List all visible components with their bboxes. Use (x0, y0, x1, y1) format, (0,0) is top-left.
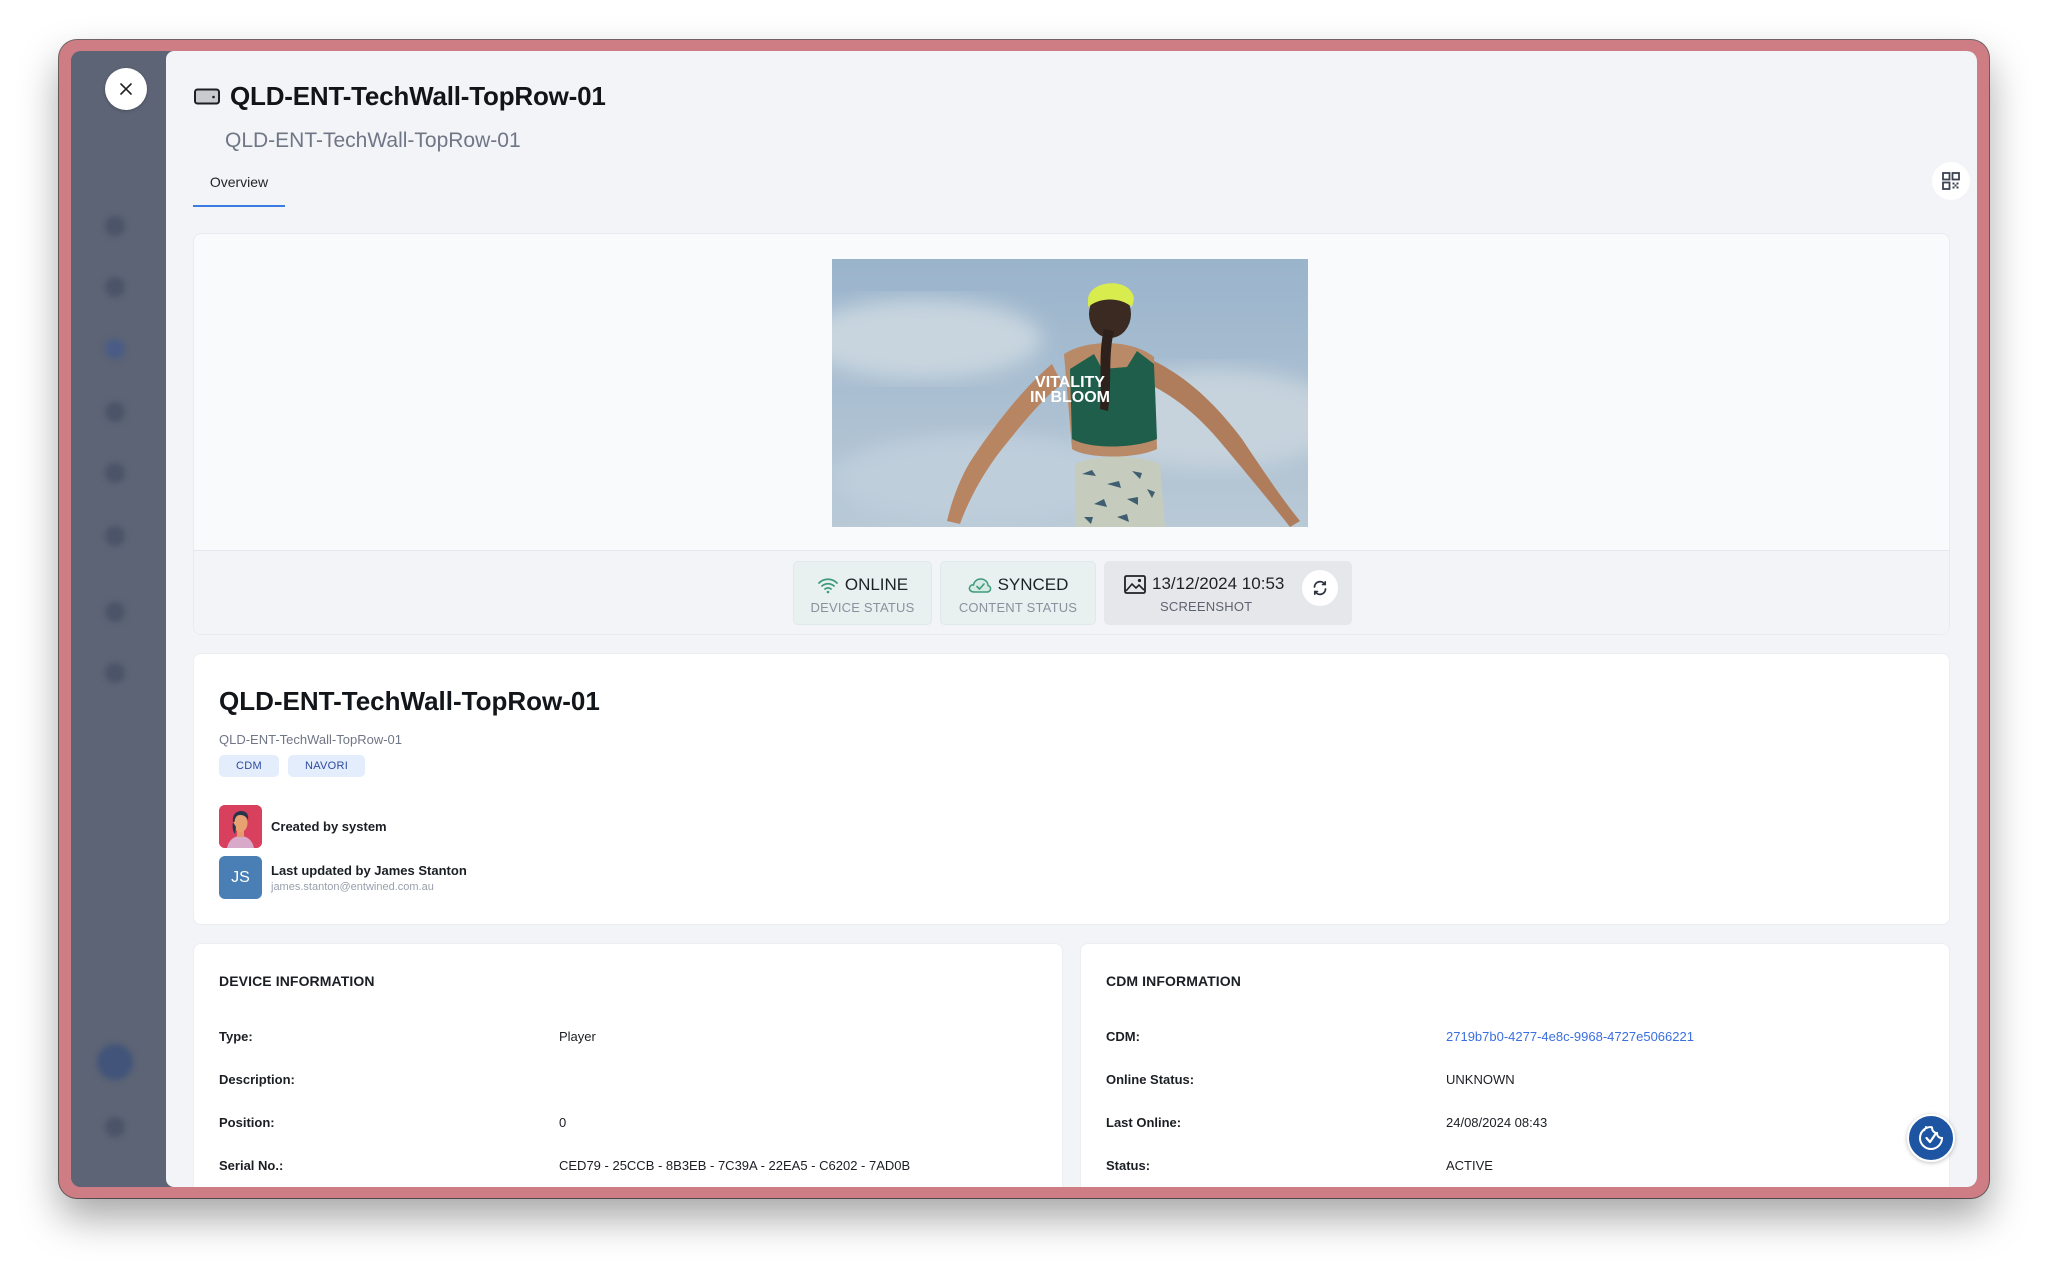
content-status-label: CONTENT STATUS (958, 600, 1078, 615)
user-avatar-icon (97, 1044, 133, 1080)
status-bar: ONLINE DEVICE STATUS SYNCED CONTENT STAT… (194, 550, 1949, 634)
cookie-check-icon (1918, 1125, 1944, 1151)
system-avatar (219, 805, 262, 848)
device-status-label: DEVICE STATUS (810, 600, 915, 615)
field-label: Online Status: (1106, 1072, 1195, 1087)
field-value: ACTIVE (1446, 1158, 1493, 1173)
field-label: Position: (219, 1115, 275, 1130)
content-status-value: SYNCED (997, 575, 1069, 594)
device-icon (194, 88, 220, 105)
tag-list: CDM NAVORI (219, 755, 366, 777)
qr-code-icon (1942, 172, 1960, 190)
nav-icon (105, 339, 125, 359)
created-by: Created by system (219, 805, 387, 848)
screenshot-image: VITALITY IN BLOOM (832, 259, 1308, 527)
created-by-text: Created by system (271, 819, 387, 834)
field-label: Status: (1106, 1158, 1151, 1173)
nav-icon (105, 602, 125, 622)
cloud-check-icon (968, 577, 991, 593)
device-status: ONLINE DEVICE STATUS (793, 561, 932, 625)
field-value: CED79 - 25CCB - 8B3EB - 7C39A - 22EA5 - … (559, 1158, 911, 1173)
device-name: QLD-ENT-TechWall-TopRow-01 (219, 686, 600, 716)
content-status: SYNCED CONTENT STATUS (940, 561, 1096, 625)
device-information-title: DEVICE INFORMATION (219, 973, 375, 989)
tag-navori: NAVORI (287, 755, 366, 777)
field-label: Type: (219, 1029, 253, 1044)
nav-icon (105, 463, 125, 483)
updated-by: JS Last updated by James Stanton james.s… (219, 856, 467, 899)
cookie-consent-button[interactable] (1907, 1114, 1955, 1162)
device-status-value: ONLINE (844, 575, 909, 594)
qr-code-button[interactable] (1932, 162, 1970, 200)
page-title: QLD-ENT-TechWall-TopRow-01 (230, 81, 606, 111)
tag-cdm: CDM (219, 755, 279, 777)
field-value: Player (559, 1029, 596, 1044)
background-sidebar (71, 51, 167, 1187)
wifi-icon (817, 577, 838, 593)
image-icon (1124, 574, 1146, 594)
updated-by-text: Last updated by James Stanton (271, 862, 467, 878)
device-information-card: DEVICE INFORMATION Type: Player Descript… (193, 943, 1063, 1187)
updated-by-email: james.stanton@entwined.com.au (271, 880, 434, 893)
close-icon (120, 83, 132, 95)
window-frame: QLD-ENT-TechWall-TopRow-01 QLD-ENT-TechW… (59, 40, 1989, 1198)
device-code: QLD-ENT-TechWall-TopRow-01 (219, 732, 403, 747)
avatar-illustration (219, 805, 262, 848)
cdm-information-title: CDM INFORMATION (1106, 973, 1241, 989)
nav-icon (105, 526, 125, 546)
nav-icon (105, 402, 125, 422)
field-label: Description: (219, 1072, 295, 1087)
field-label: CDM: (1106, 1029, 1140, 1044)
header-title-row: QLD-ENT-TechWall-TopRow-01 (194, 81, 606, 112)
image-caption-line2: IN BLOOM (1030, 389, 1110, 406)
nav-icon (105, 663, 125, 683)
field-label: Serial No.: (219, 1158, 284, 1173)
field-value: 24/08/2024 08:43 (1446, 1115, 1548, 1130)
device-screenshot-image[interactable]: VITALITY IN BLOOM (832, 259, 1308, 527)
nav-icon (105, 277, 125, 297)
cdm-link[interactable]: 2719b7b0-4277-4e8c-9968-4727e5066221 (1446, 1029, 1694, 1044)
refresh-icon (1313, 580, 1327, 596)
screenshot-status: 13/12/2024 10:53 SCREENSHOT (1104, 561, 1352, 625)
refresh-screenshot-button[interactable] (1302, 570, 1338, 606)
nav-icon (105, 216, 125, 236)
device-summary-card: QLD-ENT-TechWall-TopRow-01 QLD-ENT-TechW… (193, 653, 1950, 925)
user-avatar: JS (219, 856, 262, 899)
tab-overview[interactable]: Overview (193, 171, 285, 207)
field-value: UNKNOWN (1446, 1072, 1515, 1087)
page-subtitle: QLD-ENT-TechWall-TopRow-01 (225, 129, 521, 152)
screen: QLD-ENT-TechWall-TopRow-01 QLD-ENT-TechW… (71, 51, 1977, 1187)
cdm-information-card: CDM INFORMATION CDM: 2719b7b0-4277-4e8c-… (1080, 943, 1950, 1187)
field-label: Last Online: (1106, 1115, 1182, 1130)
screenshot-preview-card: VITALITY IN BLOOM ONLINE DEVICE STATUS S… (193, 233, 1950, 635)
detail-panel: QLD-ENT-TechWall-TopRow-01 QLD-ENT-TechW… (166, 51, 1977, 1187)
screenshot-timestamp: 13/12/2024 10:53 (1152, 574, 1285, 593)
nav-icon (105, 1117, 125, 1137)
field-value: 0 (559, 1115, 567, 1130)
close-button[interactable] (105, 68, 147, 110)
